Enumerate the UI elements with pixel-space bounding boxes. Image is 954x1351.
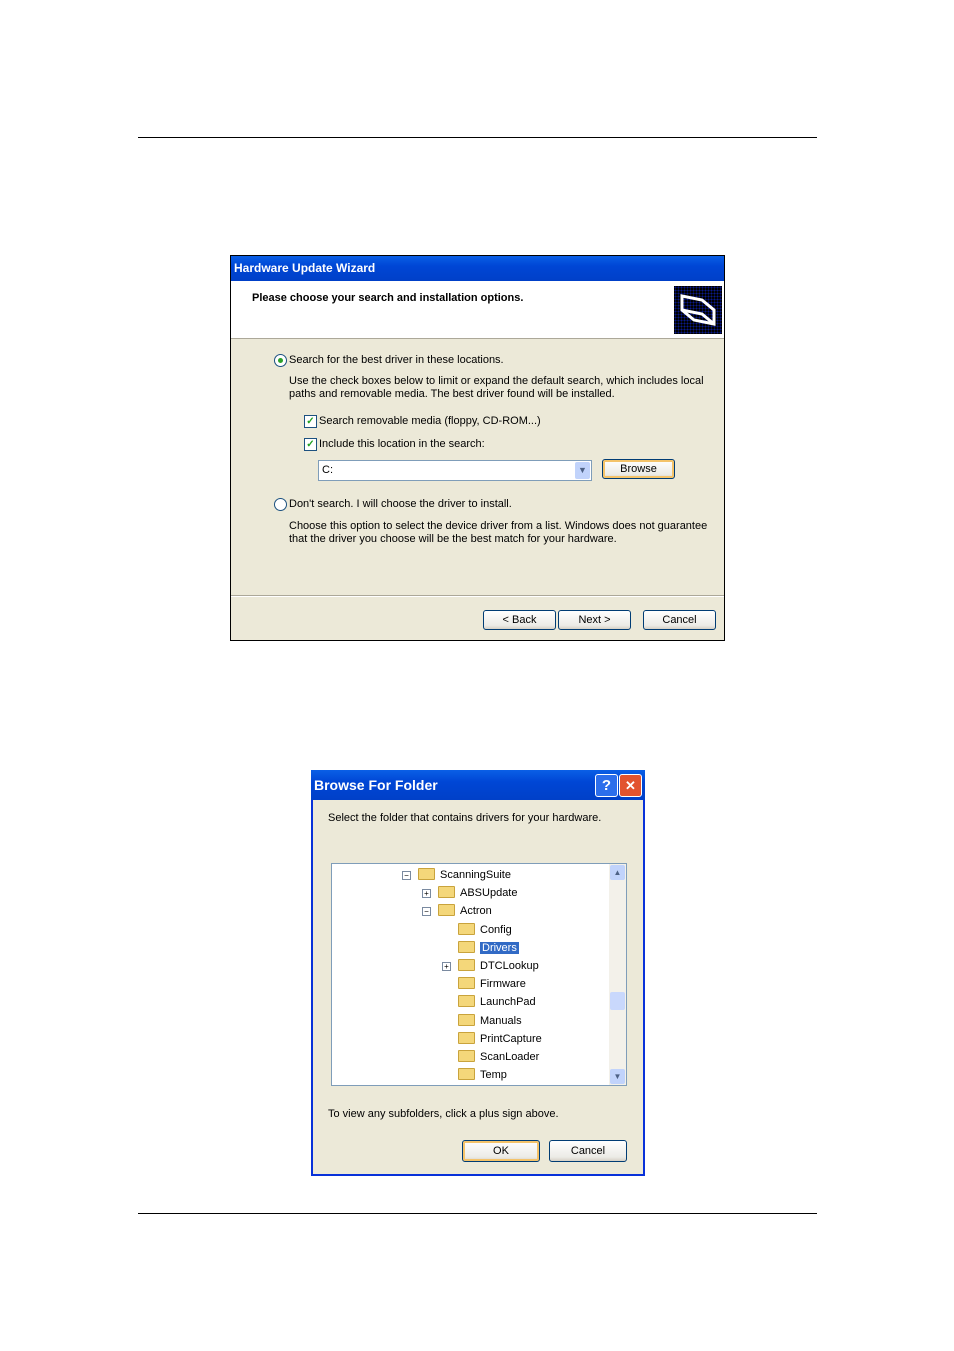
tree-item-label: Actron — [460, 905, 492, 918]
folder-icon — [438, 904, 455, 917]
hardware-icon — [674, 286, 722, 334]
collapse-icon[interactable]: − — [422, 907, 431, 917]
folder-icon — [458, 995, 475, 1008]
tree-item[interactable]: Drivers — [458, 940, 519, 956]
tree-item[interactable]: ScanLoader — [458, 1049, 539, 1065]
tree-item[interactable]: Temp — [458, 1067, 507, 1083]
footer-rule — [138, 1213, 817, 1214]
tree-item-label: Temp — [480, 1069, 507, 1082]
tree-item-label: ScanningSuite — [440, 869, 511, 881]
browse-title-bar: Browse For Folder ? ✕ — [311, 770, 645, 800]
help-icon[interactable]: ? — [595, 774, 618, 797]
scroll-down-icon[interactable]: ▼ — [610, 1069, 625, 1084]
cancel-button[interactable]: Cancel — [643, 610, 716, 630]
tree-item-label: PrintCapture — [480, 1032, 542, 1045]
header-rule — [138, 137, 817, 138]
scroll-up-icon[interactable]: ▲ — [610, 865, 625, 880]
folder-icon — [458, 1013, 475, 1026]
tree-item-label: DTCLookup — [480, 960, 539, 972]
tree-item-label: Drivers — [480, 941, 519, 954]
wizard-heading: Please choose your search and installati… — [252, 292, 524, 304]
tree-item[interactable]: − Actron — [422, 903, 492, 919]
document-page: Hardware Update Wizard Please choose you… — [0, 0, 954, 1351]
expand-icon[interactable]: + — [422, 889, 431, 899]
folder-icon — [458, 1031, 475, 1044]
manual-option-description: Choose this option to select the device … — [289, 520, 708, 545]
browse-button[interactable]: Browse — [602, 459, 675, 479]
expand-icon[interactable]: + — [442, 962, 451, 971]
search-option-radio[interactable] — [274, 354, 287, 367]
tree-item-label: Firmware — [480, 978, 526, 991]
tree-item[interactable]: Config — [458, 922, 512, 938]
collapse-icon[interactable]: − — [402, 871, 411, 880]
folder-icon — [458, 940, 475, 953]
tree-item[interactable]: + DTCLookup — [442, 958, 539, 974]
wizard-title-bar: Hardware Update Wizard — [231, 256, 724, 281]
chevron-down-icon[interactable]: ▼ — [575, 462, 590, 479]
back-button[interactable]: < Back — [483, 610, 556, 630]
folder-tree[interactable]: − ScanningSuite + ABSUpdate − Actron Config Dri… — [331, 863, 627, 1086]
manual-option-label: Don't search. I will choose the driver t… — [289, 498, 512, 510]
hardware-update-wizard: Hardware Update Wizard Please choose you… — [230, 255, 725, 641]
tree-item-label: ScanLoader — [480, 1051, 540, 1063]
manual-option-radio[interactable] — [274, 498, 287, 511]
folder-icon — [458, 977, 475, 990]
ok-button[interactable]: OK — [462, 1140, 540, 1162]
close-icon[interactable]: ✕ — [619, 774, 642, 797]
browse-cancel-button[interactable]: Cancel — [549, 1140, 627, 1162]
tree-item[interactable]: LaunchPad — [458, 994, 536, 1010]
tree-item-label: ABSUpdate — [460, 887, 518, 900]
footer-divider — [231, 595, 724, 597]
search-option-label: Search for the best driver in these loca… — [289, 354, 504, 366]
next-button[interactable]: Next > — [558, 610, 631, 630]
tree-item[interactable]: Firmware — [458, 976, 526, 992]
browse-instruction: Select the folder that contains drivers … — [328, 812, 602, 824]
scroll-thumb[interactable] — [610, 992, 625, 1010]
tree-item[interactable]: + ABSUpdate — [422, 885, 518, 901]
search-option-description: Use the check boxes below to limit or ex… — [289, 375, 704, 400]
wizard-header: Please choose your search and installati… — [231, 281, 724, 339]
include-location-checkbox[interactable]: ✓ — [304, 438, 317, 451]
folder-icon — [458, 1050, 475, 1063]
folder-icon — [418, 868, 435, 881]
location-value: C: — [322, 464, 333, 476]
tree-item-label: LaunchPad — [480, 996, 536, 1009]
tree-item-label: Manuals — [480, 1014, 522, 1027]
folder-icon — [458, 1068, 475, 1081]
tree-item[interactable]: Manuals — [458, 1013, 522, 1029]
browse-title: Browse For Folder — [314, 777, 438, 793]
wizard-title: Hardware Update Wizard — [234, 261, 376, 275]
tree-item[interactable]: PrintCapture — [458, 1031, 542, 1047]
tree-item-label: Config — [480, 923, 512, 936]
folder-icon — [458, 959, 475, 972]
tree-scrollbar[interactable]: ▲ ▼ — [609, 864, 626, 1085]
folder-icon — [458, 922, 475, 935]
removable-media-label: Search removable media (floppy, CD-ROM..… — [319, 415, 541, 427]
folder-icon — [438, 886, 455, 899]
browse-for-folder-dialog: Browse For Folder ? ✕ Select the folder … — [311, 770, 645, 1176]
subfolder-hint: To view any subfolders, click a plus sig… — [328, 1108, 559, 1120]
location-combobox[interactable]: C: ▼ — [318, 460, 592, 481]
tree-item[interactable]: − ScanningSuite — [402, 867, 511, 883]
removable-media-checkbox[interactable]: ✓ — [304, 415, 317, 428]
include-location-label: Include this location in the search: — [319, 438, 485, 450]
